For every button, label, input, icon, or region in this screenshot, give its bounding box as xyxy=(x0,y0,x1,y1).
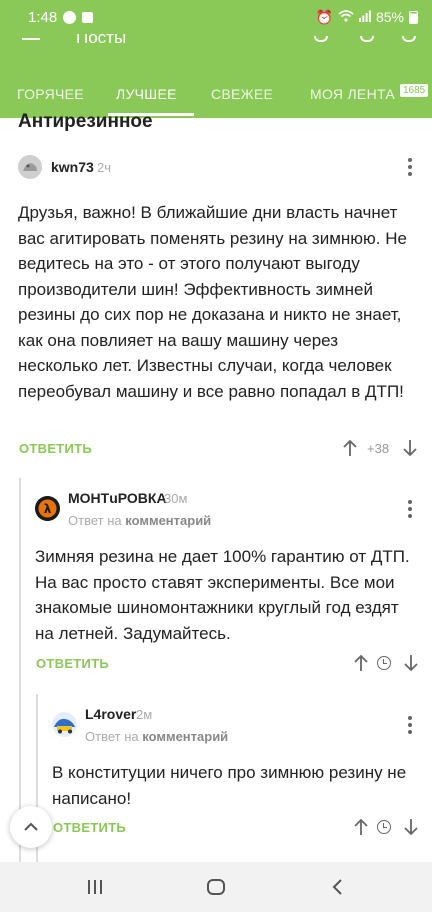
vote-up-icon[interactable] xyxy=(353,654,369,672)
comment-time: 30м xyxy=(164,491,188,506)
comment-time: 2ч xyxy=(97,160,112,175)
menu-icon[interactable] xyxy=(22,38,40,40)
search-icon[interactable] xyxy=(314,36,328,42)
reply-to-prefix: Ответ на xyxy=(85,729,139,744)
reply-button[interactable]: ОТВЕТИТЬ xyxy=(19,441,92,456)
page-title: Посты xyxy=(76,34,127,47)
comment-score: +38 xyxy=(367,441,390,456)
vote-down-icon[interactable] xyxy=(402,439,418,457)
reply-button[interactable]: ОТВЕТИТЬ xyxy=(36,656,109,671)
status-bar: 1:48 ⏰ 85% xyxy=(0,0,432,34)
comment-text: Друзья, важно! В ближайшие дни власть на… xyxy=(18,203,407,401)
more-options-icon[interactable] xyxy=(408,716,412,737)
comment-author[interactable]: МОНТuРОВКА xyxy=(68,490,167,506)
reply-to-link[interactable]: комментарий xyxy=(142,729,228,744)
status-time: 1:48 xyxy=(28,8,58,26)
check-icon xyxy=(82,11,94,23)
home-icon[interactable] xyxy=(207,879,225,895)
reply-to-label: Ответ на комментарий xyxy=(68,513,211,528)
back-icon[interactable] xyxy=(332,879,342,895)
notification-icon xyxy=(63,10,77,24)
recent-apps-icon[interactable] xyxy=(88,880,102,894)
profile-icon[interactable] xyxy=(360,36,374,42)
vote-up-icon[interactable] xyxy=(342,439,358,457)
clock-icon xyxy=(377,656,391,670)
reply-to-prefix: Ответ на xyxy=(68,513,122,528)
feed-count-badge: 1685 xyxy=(400,84,429,97)
vote-down-icon[interactable] xyxy=(403,818,419,836)
comment-text: В конституции ничего про зимнюю резину н… xyxy=(52,763,407,808)
tab-best[interactable]: ЛУЧШЕЕ xyxy=(116,86,177,102)
chevron-up-icon xyxy=(24,822,38,831)
battery-icon xyxy=(409,10,418,24)
app-header: Посты ГОРЯЧЕЕ ЛУЧШЕЕ СВЕЖЕЕ МОЯ ЛЕНТА 16… xyxy=(0,34,432,118)
reply-to-label: Ответ на комментарий xyxy=(85,729,228,744)
system-nav-bar xyxy=(0,862,432,912)
comment-author[interactable]: L4rover xyxy=(85,706,136,722)
tab-hot[interactable]: ГОРЯЧЕЕ xyxy=(17,86,84,102)
alarm-icon: ⏰ xyxy=(315,8,333,25)
clock-icon xyxy=(377,820,391,834)
comment-time: 2м xyxy=(136,707,153,722)
more-options-icon[interactable] xyxy=(408,500,412,521)
battery-percent: 85% xyxy=(375,9,404,25)
comment-author[interactable]: kwn73 xyxy=(51,159,94,175)
vote-up-icon[interactable] xyxy=(353,818,369,836)
comment-text: Зимняя резина не дает 100% гарантию от Д… xyxy=(35,547,410,643)
scroll-to-top-button[interactable] xyxy=(10,806,52,848)
tab-my-feed[interactable]: МОЯ ЛЕНТА xyxy=(310,86,395,102)
reply-to-link[interactable]: комментарий xyxy=(125,513,211,528)
avatar[interactable] xyxy=(52,712,77,737)
avatar[interactable]: λ xyxy=(35,496,60,521)
avatar[interactable] xyxy=(18,155,42,179)
filter-icon[interactable] xyxy=(402,36,416,42)
post-title[interactable]: Антирезинное xyxy=(18,111,153,133)
tab-new[interactable]: СВЕЖЕЕ xyxy=(211,86,273,102)
svg-text:λ: λ xyxy=(44,502,52,516)
reply-button[interactable]: ОТВЕТИТЬ xyxy=(53,820,126,835)
more-options-icon[interactable] xyxy=(408,158,412,179)
wifi-icon xyxy=(338,9,354,25)
signal-icon xyxy=(358,9,371,25)
vote-down-icon[interactable] xyxy=(403,654,419,672)
